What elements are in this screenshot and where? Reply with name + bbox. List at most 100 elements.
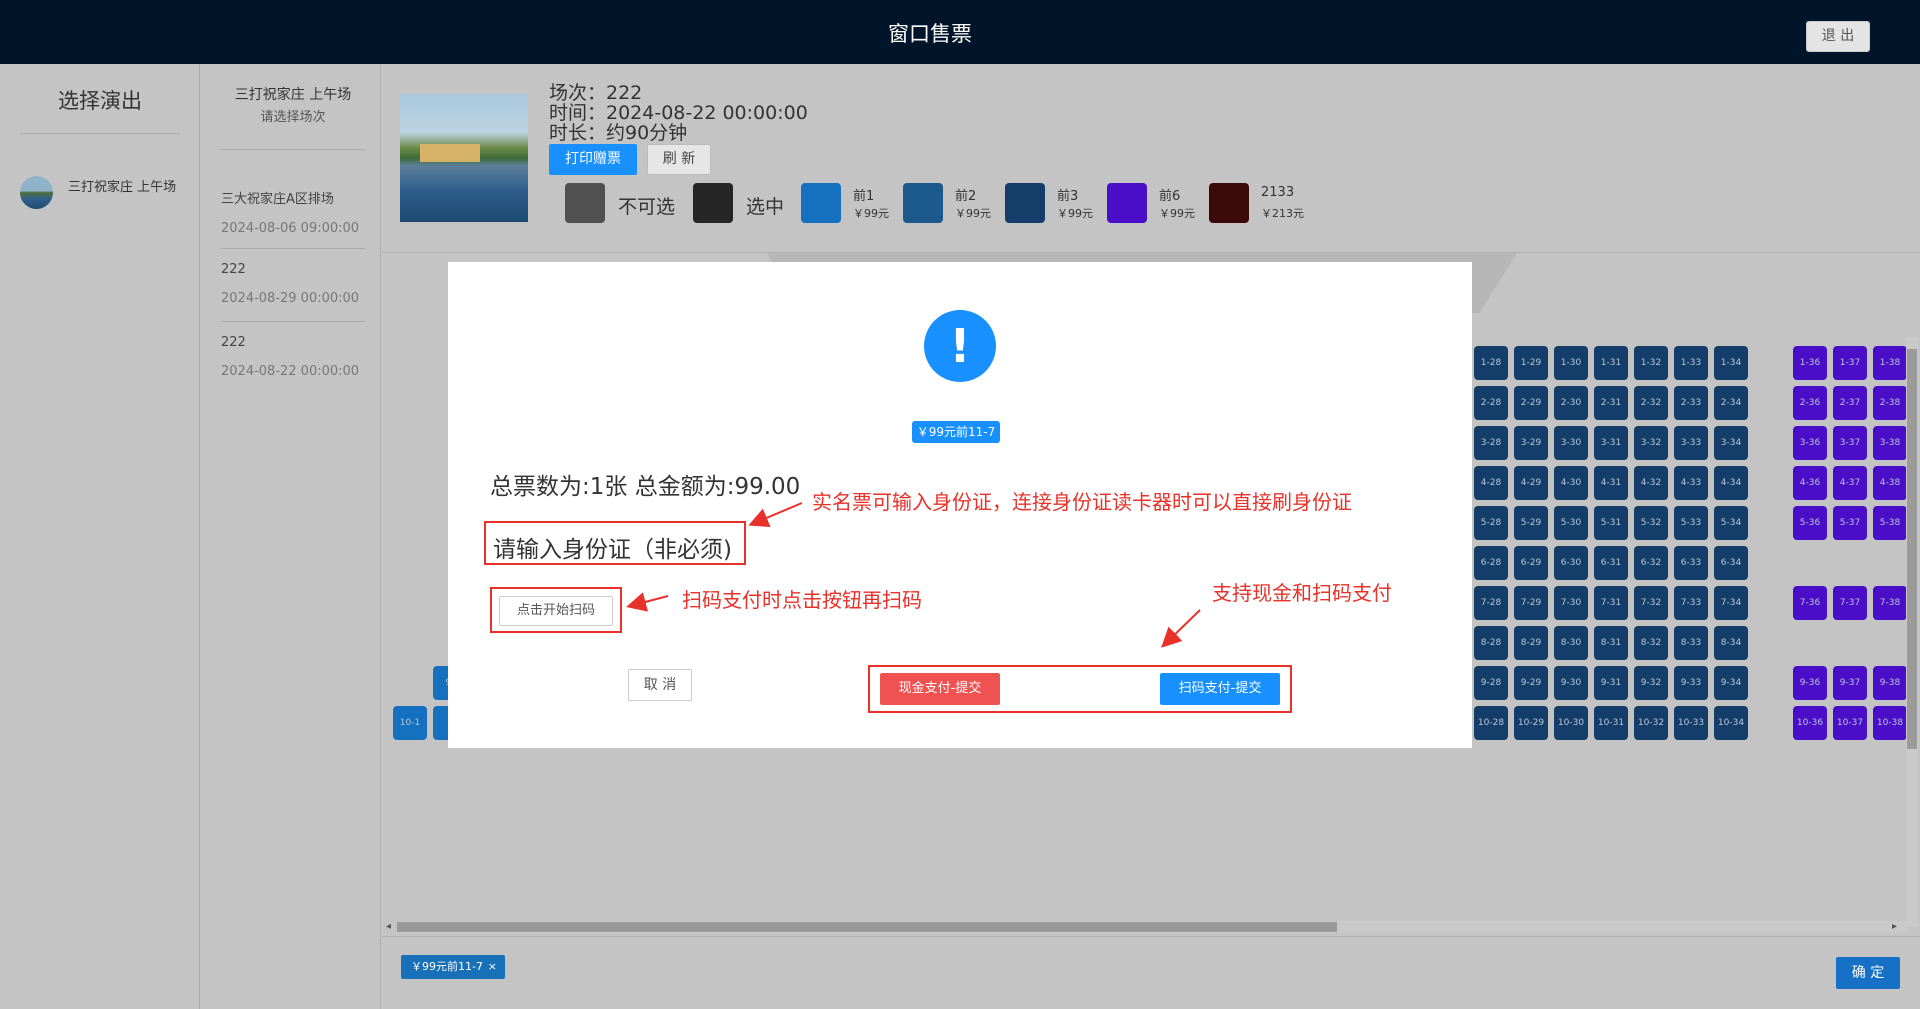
- chip-close-icon[interactable]: ×: [488, 955, 497, 979]
- seat[interactable]: 2-36: [1793, 386, 1827, 420]
- seat[interactable]: 10-28: [1474, 706, 1508, 740]
- seat[interactable]: 8-31: [1594, 626, 1628, 660]
- seat[interactable]: 4-29: [1514, 466, 1548, 500]
- logout-button[interactable]: 退 出: [1806, 21, 1870, 52]
- scrollbar-thumb[interactable]: [397, 922, 1337, 932]
- seat[interactable]: 4-31: [1594, 466, 1628, 500]
- seat[interactable]: 1-34: [1714, 346, 1748, 380]
- seat[interactable]: 4-32: [1634, 466, 1668, 500]
- seat[interactable]: 2-30: [1554, 386, 1588, 420]
- seat[interactable]: 5-31: [1594, 506, 1628, 540]
- seat[interactable]: 4-34: [1714, 466, 1748, 500]
- cancel-button[interactable]: 取 消: [628, 669, 692, 701]
- seat[interactable]: 7-37: [1833, 586, 1867, 620]
- seat[interactable]: 5-37: [1833, 506, 1867, 540]
- selected-seat-chip[interactable]: ￥99元前11-7 ×: [401, 955, 505, 979]
- seat[interactable]: 1-28: [1474, 346, 1508, 380]
- seat[interactable]: 3-38: [1873, 426, 1907, 460]
- seat[interactable]: 3-36: [1793, 426, 1827, 460]
- seat[interactable]: 2-29: [1514, 386, 1548, 420]
- seat[interactable]: 3-30: [1554, 426, 1588, 460]
- seat[interactable]: 6-31: [1594, 546, 1628, 580]
- seat[interactable]: 10-38: [1873, 706, 1907, 740]
- seat[interactable]: 5-32: [1634, 506, 1668, 540]
- seat[interactable]: 3-29: [1514, 426, 1548, 460]
- seat[interactable]: 4-33: [1674, 466, 1708, 500]
- seat[interactable]: 9-38: [1873, 666, 1907, 700]
- seat[interactable]: 5-28: [1474, 506, 1508, 540]
- seat[interactable]: 9-30: [1554, 666, 1588, 700]
- seat[interactable]: 2-34: [1714, 386, 1748, 420]
- print-gift-ticket-button[interactable]: 打印赠票: [549, 144, 637, 175]
- seat[interactable]: 10-32: [1634, 706, 1668, 740]
- seat[interactable]: 7-30: [1554, 586, 1588, 620]
- seat[interactable]: 9-34: [1714, 666, 1748, 700]
- seat[interactable]: 2-38: [1873, 386, 1907, 420]
- seat[interactable]: 5-36: [1793, 506, 1827, 540]
- seat[interactable]: 7-31: [1594, 586, 1628, 620]
- seat[interactable]: 8-33: [1674, 626, 1708, 660]
- seat[interactable]: 7-34: [1714, 586, 1748, 620]
- seat[interactable]: 6-34: [1714, 546, 1748, 580]
- seat[interactable]: 10-31: [1594, 706, 1628, 740]
- session-item[interactable]: 222 2024-08-22 00:00:00: [221, 335, 365, 379]
- start-scan-button[interactable]: 点击开始扫码: [499, 596, 613, 626]
- vertical-scrollbar[interactable]: [1906, 337, 1918, 927]
- seat[interactable]: 3-37: [1833, 426, 1867, 460]
- seat[interactable]: 7-28: [1474, 586, 1508, 620]
- seat[interactable]: 7-29: [1514, 586, 1548, 620]
- seat[interactable]: 2-37: [1833, 386, 1867, 420]
- seat[interactable]: 5-34: [1714, 506, 1748, 540]
- confirm-button[interactable]: 确 定: [1836, 957, 1900, 989]
- seat[interactable]: 9-36: [1793, 666, 1827, 700]
- session-item[interactable]: 222 2024-08-29 00:00:00: [221, 262, 365, 306]
- seat[interactable]: 5-38: [1873, 506, 1907, 540]
- seat[interactable]: 9-33: [1674, 666, 1708, 700]
- seat[interactable]: 10-36: [1793, 706, 1827, 740]
- seat[interactable]: 10-37: [1833, 706, 1867, 740]
- seat[interactable]: 5-33: [1674, 506, 1708, 540]
- scrollbar-thumb[interactable]: [1907, 349, 1917, 749]
- performance-item[interactable]: 三打祝家庄 上午场: [20, 176, 190, 226]
- seat[interactable]: 2-32: [1634, 386, 1668, 420]
- seat[interactable]: 7-32: [1634, 586, 1668, 620]
- horizontal-scrollbar[interactable]: [397, 921, 1907, 933]
- seat[interactable]: 9-37: [1833, 666, 1867, 700]
- seat[interactable]: 1-36: [1793, 346, 1827, 380]
- cash-pay-button[interactable]: 现金支付-提交: [880, 673, 1000, 705]
- seat[interactable]: 8-28: [1474, 626, 1508, 660]
- seat[interactable]: 7-38: [1873, 586, 1907, 620]
- seat[interactable]: 2-33: [1674, 386, 1708, 420]
- seat[interactable]: 4-36: [1793, 466, 1827, 500]
- seat[interactable]: 1-33: [1674, 346, 1708, 380]
- qr-pay-button[interactable]: 扫码支付-提交: [1160, 673, 1280, 705]
- seat[interactable]: 8-34: [1714, 626, 1748, 660]
- scroll-right-arrow[interactable]: ▸: [1892, 921, 1897, 932]
- seat[interactable]: 4-30: [1554, 466, 1588, 500]
- seat[interactable]: 1-38: [1873, 346, 1907, 380]
- seat[interactable]: 3-28: [1474, 426, 1508, 460]
- refresh-button[interactable]: 刷 新: [647, 144, 711, 175]
- seat[interactable]: 7-36: [1793, 586, 1827, 620]
- seat[interactable]: 10-33: [1674, 706, 1708, 740]
- seat[interactable]: 9-28: [1474, 666, 1508, 700]
- seat[interactable]: 2-28: [1474, 386, 1508, 420]
- seat[interactable]: 6-32: [1634, 546, 1668, 580]
- seat[interactable]: 1-30: [1554, 346, 1588, 380]
- seat[interactable]: 8-30: [1554, 626, 1588, 660]
- seat[interactable]: 10-1: [393, 706, 427, 740]
- seat[interactable]: 1-37: [1833, 346, 1867, 380]
- seat[interactable]: 5-29: [1514, 506, 1548, 540]
- seat[interactable]: 7-33: [1674, 586, 1708, 620]
- seat[interactable]: 3-32: [1634, 426, 1668, 460]
- session-item[interactable]: 三大祝家庄A区排场 2024-08-06 09:00:00: [221, 188, 365, 236]
- scroll-left-arrow[interactable]: ◂: [386, 921, 391, 932]
- seat[interactable]: 10-30: [1554, 706, 1588, 740]
- seat[interactable]: 2-31: [1594, 386, 1628, 420]
- seat[interactable]: 6-28: [1474, 546, 1508, 580]
- seat[interactable]: 6-30: [1554, 546, 1588, 580]
- id-card-input[interactable]: 请输入身份证（非必须): [493, 530, 732, 564]
- seat[interactable]: 8-32: [1634, 626, 1668, 660]
- seat[interactable]: 9-29: [1514, 666, 1548, 700]
- seat[interactable]: 1-29: [1514, 346, 1548, 380]
